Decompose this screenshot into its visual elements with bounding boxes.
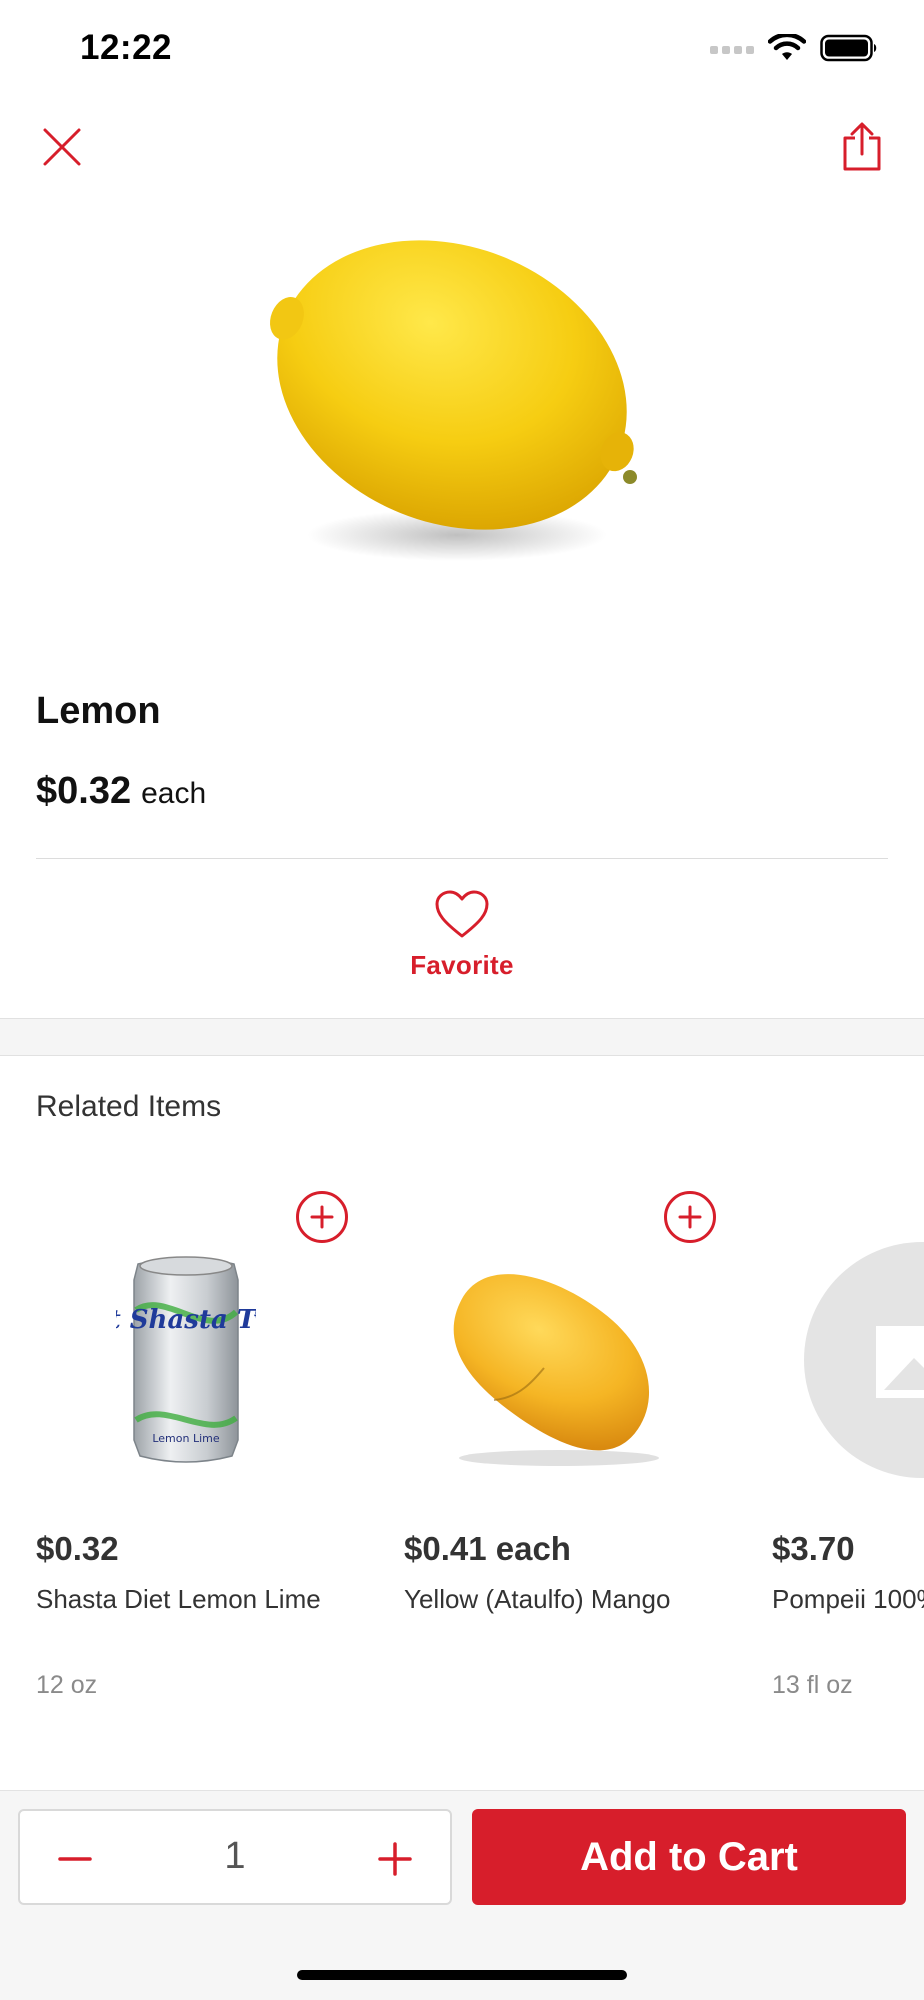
related-item-price: $0.32 (36, 1530, 119, 1567)
cellular-signal-icon (710, 46, 754, 54)
related-item-size: 12 oz (36, 1671, 98, 1699)
plus-icon (378, 1842, 412, 1876)
placeholder-image (802, 1235, 924, 1485)
related-item[interactable]: $0.41 each Yellow (Ataulfo) Mango (404, 1185, 744, 1705)
status-icons (710, 34, 878, 62)
bottom-bar: 1 Add to Cart (0, 1790, 924, 2000)
add-to-cart-button[interactable]: Add to Cart (472, 1809, 906, 1905)
status-bar: 12:22 (0, 0, 924, 100)
product-price-row: $0.32 each (36, 770, 206, 813)
related-item[interactable]: $3.70 Pompeii 100% Lemon Juice 13 fl oz (772, 1185, 924, 1705)
plus-icon (310, 1205, 334, 1229)
close-button[interactable] (27, 112, 97, 182)
share-button[interactable] (827, 112, 897, 182)
favorite-button[interactable]: Favorite (0, 890, 924, 981)
mango-image (404, 1235, 704, 1485)
wifi-icon (768, 34, 806, 60)
share-icon (843, 122, 881, 171)
svg-text:Lemon Lime: Lemon Lime (152, 1432, 220, 1445)
close-icon (43, 128, 81, 166)
section-separator (0, 1018, 924, 1056)
related-item-name: Pompeii 100% Lemon Juice (772, 1584, 924, 1614)
related-item-price: $3.70 (772, 1530, 855, 1567)
related-item-size: 13 fl oz (772, 1671, 853, 1699)
quantity-stepper: 1 (18, 1809, 452, 1905)
status-time: 12:22 (80, 28, 173, 67)
related-item-name: Yellow (Ataulfo) Mango (404, 1584, 671, 1614)
product-price: $0.32 (36, 770, 132, 812)
battery-icon (820, 34, 877, 62)
shasta-can-image: Diet Shasta Twist Lemon Lime (36, 1235, 336, 1485)
divider (36, 858, 888, 859)
related-item-name: Shasta Diet Lemon Lime (36, 1584, 321, 1614)
home-indicator (297, 1970, 627, 1980)
svg-text:Diet Shasta Twist: Diet Shasta Twist (116, 1305, 256, 1335)
related-items-title: Related Items (36, 1090, 222, 1123)
product-price-unit: each (141, 777, 207, 810)
plus-icon (678, 1205, 702, 1229)
lemon-image (269, 240, 637, 561)
favorite-label: Favorite (410, 950, 514, 980)
related-item[interactable]: Diet Shasta Twist Lemon Lime $0.32 Shast… (36, 1185, 376, 1705)
related-item-price: $0.41 each (404, 1530, 571, 1567)
product-title: Lemon (36, 690, 161, 732)
increase-quantity-button[interactable] (360, 1824, 430, 1894)
image-placeholder-icon (804, 1242, 924, 1478)
product-image (262, 215, 662, 595)
heart-icon (435, 890, 489, 938)
